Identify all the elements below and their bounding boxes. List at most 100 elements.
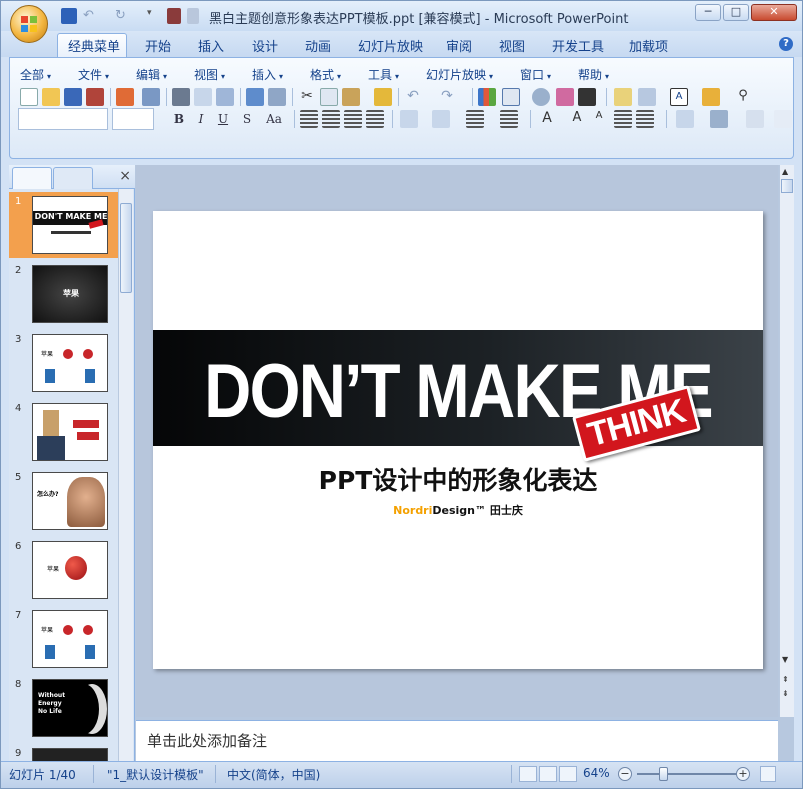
text-direction-icon[interactable] — [432, 110, 450, 128]
font-name-combo[interactable] — [18, 108, 108, 130]
zoom-level[interactable]: 64% — [583, 766, 610, 780]
grow-font-icon[interactable]: A — [568, 110, 586, 128]
arrange-icon[interactable] — [710, 110, 728, 128]
bold-button[interactable]: B — [170, 110, 188, 128]
tab-home[interactable]: 开始 — [145, 36, 171, 55]
slide-thumbnail[interactable]: 苹果 — [32, 610, 108, 668]
minimize-button[interactable]: ─ — [695, 4, 721, 21]
tab-animation[interactable]: 动画 — [305, 36, 331, 55]
tab-classic-menu[interactable]: 经典菜单 — [68, 36, 120, 55]
scrollbar-thumb[interactable] — [781, 179, 793, 193]
research-icon[interactable] — [268, 88, 286, 106]
open-folder-icon[interactable] — [42, 88, 60, 106]
permission-icon[interactable] — [86, 88, 104, 106]
tab-addins[interactable]: 加载项 — [629, 36, 668, 55]
menu-edit[interactable]: 编辑 ▾ — [136, 66, 167, 83]
tab-slides[interactable] — [12, 167, 52, 189]
slide-layout-icon[interactable] — [216, 88, 234, 106]
previous-slide-icon[interactable]: ⇞ — [782, 675, 789, 684]
slide-thumbnail[interactable] — [32, 403, 108, 461]
slide-thumb-row[interactable]: 5 怎么办? — [9, 468, 119, 534]
menu-slideshow[interactable]: 幻灯片放映 ▾ — [426, 66, 493, 83]
slide-thumbnail[interactable]: DON'T MAKE ME — [32, 196, 108, 254]
close-icon[interactable]: × — [119, 168, 131, 184]
new-slide-icon[interactable] — [614, 88, 632, 106]
tab-insert[interactable]: 插入 — [198, 36, 224, 55]
zoom-slider-knob[interactable] — [659, 767, 668, 781]
office-button[interactable] — [10, 5, 48, 43]
slide-thumb-row[interactable]: 4 — [9, 399, 119, 465]
slide-thumb-row[interactable]: 8 Without Energy No Life — [9, 675, 119, 741]
grayscale-icon[interactable] — [578, 88, 596, 106]
save-icon[interactable] — [64, 88, 82, 106]
slide-thumb-row[interactable]: 7 苹果 — [9, 606, 119, 672]
fill-icon[interactable] — [774, 110, 792, 128]
undo-icon[interactable]: ↶ — [404, 88, 422, 106]
cut-icon[interactable]: ✂ — [298, 88, 316, 106]
tab-outline[interactable] — [53, 167, 93, 189]
increase-indent-icon[interactable] — [636, 110, 654, 128]
slide-thumbnail[interactable]: 苹果 — [32, 265, 108, 323]
menu-tools[interactable]: 工具 ▾ — [368, 66, 399, 83]
menu-insert[interactable]: 插入 ▾ — [252, 66, 283, 83]
bullets-icon[interactable] — [500, 110, 518, 128]
align-left-icon[interactable] — [300, 110, 318, 128]
next-slide-icon[interactable]: ⇟ — [782, 689, 789, 698]
slide-thumbnail[interactable] — [32, 748, 108, 761]
slide-thumbnail[interactable]: 苹果 — [32, 334, 108, 392]
theme-name[interactable]: "1_默认设计模板" — [107, 766, 204, 783]
print-icon[interactable] — [172, 88, 190, 106]
paste-icon[interactable] — [342, 88, 360, 106]
zoom-in-icon[interactable]: + — [736, 767, 750, 781]
slide-canvas[interactable]: DON’T MAKE ME THINK PPT设计中的形象化表达 NordriD… — [153, 211, 763, 669]
help-icon[interactable]: ? — [779, 37, 793, 51]
design-icon[interactable] — [676, 110, 694, 128]
italic-button[interactable]: I — [192, 110, 210, 128]
find-icon[interactable]: ⚲ — [734, 88, 752, 106]
scroll-up-icon[interactable]: ▲ — [782, 167, 788, 176]
shrink-font-icon[interactable]: A — [590, 110, 608, 128]
new-file-icon[interactable] — [20, 88, 38, 106]
decrease-indent-icon[interactable] — [614, 110, 632, 128]
slide-thumb-row[interactable]: 6 苹果 — [9, 537, 119, 603]
slide-design-icon[interactable] — [638, 88, 656, 106]
menu-window[interactable]: 窗口 ▾ — [520, 66, 551, 83]
maximize-button[interactable]: □ — [723, 4, 749, 21]
spelling-icon[interactable] — [246, 88, 264, 106]
justify-icon[interactable] — [366, 110, 384, 128]
slide-thumbnail[interactable]: 怎么办? — [32, 472, 108, 530]
undo-icon[interactable]: ↶ — [83, 8, 99, 24]
tab-design[interactable]: 设计 — [252, 36, 278, 55]
menu-view[interactable]: 视图 ▾ — [194, 66, 225, 83]
normal-view-icon[interactable] — [519, 766, 537, 782]
notes-pane[interactable]: 单击此处添加备注 — [136, 720, 778, 761]
text-box-icon[interactable]: A — [670, 88, 688, 106]
email-icon[interactable] — [116, 88, 134, 106]
tab-view[interactable]: 视图 — [499, 36, 525, 55]
slideshow-view-icon[interactable] — [559, 766, 577, 782]
customize-qat-icon[interactable]: ▾ — [147, 8, 163, 24]
table-icon[interactable] — [502, 88, 520, 106]
change-case-button[interactable]: Aa — [262, 110, 286, 128]
scrollbar-thumb[interactable] — [120, 203, 132, 293]
slide-thumb-row[interactable]: 1 DON'T MAKE ME — [9, 192, 119, 258]
slide-title[interactable]: PPT设计中的形象化表达 — [153, 461, 763, 497]
close-button[interactable]: ✕ — [751, 4, 797, 21]
redo-icon[interactable]: ↷ — [438, 88, 456, 106]
slide-thumbnail[interactable]: Without Energy No Life — [32, 679, 108, 737]
notes-placeholder[interactable]: 单击此处添加备注 — [147, 730, 267, 751]
numbering-icon[interactable] — [466, 110, 484, 128]
slide-thumb-row[interactable]: 2 苹果 — [9, 261, 119, 327]
shadow-button[interactable]: S — [238, 110, 256, 128]
shapes-icon[interactable] — [746, 110, 764, 128]
tab-slideshow[interactable]: 幻灯片放映 — [358, 36, 423, 55]
language[interactable]: 中文(简体，中国) — [227, 766, 320, 783]
slide-thumb-row[interactable]: 3 苹果 — [9, 330, 119, 396]
slides-panel-scrollbar[interactable] — [118, 189, 133, 761]
menu-file[interactable]: 文件 ▾ — [78, 66, 109, 83]
align-center-icon[interactable] — [322, 110, 340, 128]
print-preview-icon[interactable] — [194, 88, 212, 106]
zoom-out-icon[interactable]: − — [618, 767, 632, 781]
redo-icon[interactable]: ↻ — [115, 8, 131, 24]
format-painter-icon[interactable] — [374, 88, 392, 106]
